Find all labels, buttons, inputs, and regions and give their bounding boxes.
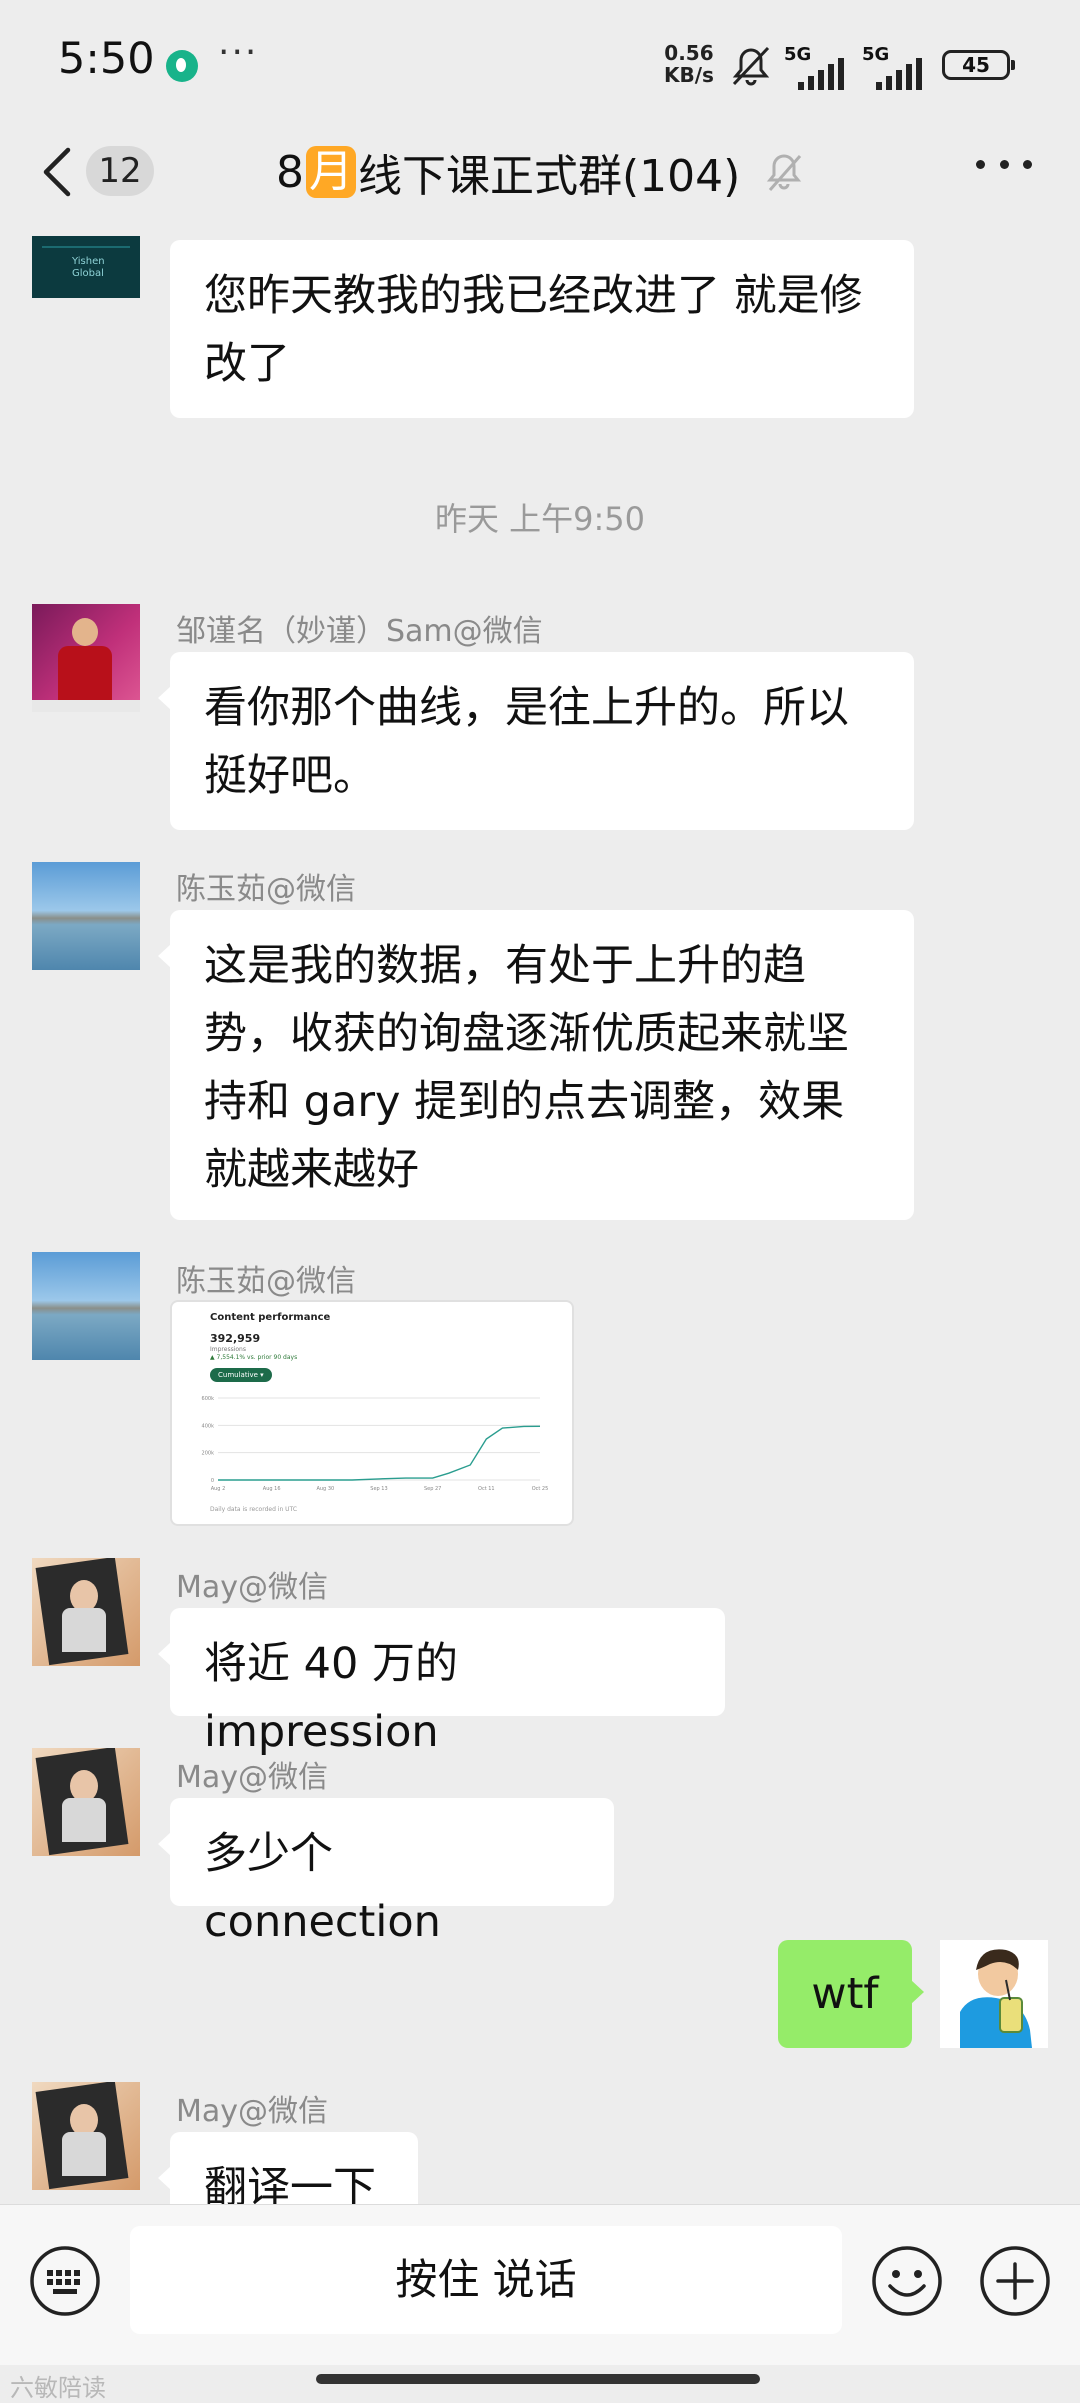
network-speed-unit: KB/s (664, 63, 714, 87)
y-tick-label: 400k (202, 1423, 215, 1429)
avatar-logo-text: Yishen Global (72, 256, 105, 279)
sender-name: 陈玉茹@微信 (176, 872, 356, 907)
x-tick-label: Sep 27 (424, 1486, 441, 1492)
avatar[interactable] (32, 2082, 140, 2190)
x-tick-label: Aug 30 (316, 1486, 334, 1492)
sender-name: 邹谨名（妙谨）Sam@微信 (176, 614, 543, 649)
y-tick-label: 600k (202, 1396, 215, 1402)
chart-subtitle: Impressions (210, 1346, 246, 1353)
my-message-bubble[interactable]: wtf (778, 1940, 924, 2048)
chat-title-prefix: 8 (276, 146, 304, 198)
watermark: 六敏陪读 (10, 2374, 106, 2402)
unread-count-badge[interactable]: 12 (86, 146, 154, 196)
image-message-chart[interactable]: Content performance 392,959 Impressions … (170, 1300, 574, 1526)
gesture-navigation-bar[interactable] (316, 2374, 760, 2384)
avatar[interactable] (32, 1558, 140, 1666)
more-options-icon[interactable] (976, 160, 1032, 174)
muted-bell-icon (766, 154, 802, 191)
back-arrow-icon[interactable] (38, 144, 78, 200)
chat-title[interactable]: 8 月 线下课正式群(104) (276, 140, 740, 204)
message-bubble[interactable]: 这是我的数据，有处于上升的趋势，收获的询盘逐渐优质起来就坚持和 gary 提到的… (158, 910, 914, 1220)
voice-keyboard-toggle-icon[interactable] (28, 2244, 102, 2318)
avatar[interactable] (32, 1252, 140, 1360)
chat-title-text: 线下课正式群(104) (358, 151, 741, 202)
cartoon-avatar-icon (960, 1949, 1032, 2048)
status-time: 5:50 (58, 34, 155, 84)
mute-notifications-icon (732, 46, 770, 86)
message-bubble[interactable]: 看你那个曲线，是往上升的。所以挺好吧。 (158, 652, 914, 830)
avatar[interactable]: Yishen Global (32, 236, 140, 298)
my-avatar[interactable] (940, 1940, 1048, 2048)
sender-name: May@微信 (176, 1570, 329, 1605)
status-more-icon: ··· (218, 32, 259, 73)
message-bubble[interactable]: 将近 40 万的 impression (158, 1608, 725, 1757)
y-tick-label: 200k (202, 1451, 215, 1457)
x-tick-label: Aug 2 (211, 1486, 226, 1492)
avatar[interactable] (32, 862, 140, 970)
sender-name: May@微信 (176, 2094, 329, 2129)
x-tick-label: Sep 13 (370, 1486, 387, 1492)
avatar[interactable] (32, 1748, 140, 1856)
battery-indicator: 45 (942, 50, 1015, 80)
avatar[interactable] (32, 604, 140, 712)
plus-icon[interactable] (978, 2244, 1052, 2318)
chat-title-month-badge: 月 (306, 146, 356, 198)
message-timestamp: 昨天 上午9:50 (434, 500, 646, 538)
cumulative-button: Cumulative ▾ (210, 1368, 272, 1382)
x-tick-label: Oct 11 (478, 1486, 495, 1492)
message-bubble[interactable]: 多少个 connection (158, 1798, 614, 1947)
hold-to-talk-button[interactable]: 按住 说话 (130, 2226, 842, 2334)
sender-name: 陈玉茹@微信 (176, 1264, 356, 1299)
x-tick-label: Aug 16 (263, 1486, 281, 1492)
message-bubble[interactable]: 您昨天教我的我已经改进了 就是修改了 (170, 240, 914, 418)
chart-total: 392,959 (210, 1332, 261, 1345)
app-notification-icon (166, 50, 198, 82)
sender-name: May@微信 (176, 1760, 329, 1795)
chart-title: Content performance (210, 1312, 331, 1323)
y-tick-label: 0 (211, 1478, 214, 1484)
x-tick-label: Oct 25 (532, 1486, 549, 1492)
chart-footer: Daily data is recorded in UTC (210, 1506, 298, 1513)
network-speed-value: 0.56 (664, 41, 714, 65)
chart-plot: 0 200k 400k 600k Aug 2 Aug 16 Aug 30 Sep 13 Sep … (202, 1396, 549, 1492)
network-speed: 0.56 KB/s (664, 42, 714, 86)
emoji-icon[interactable] (870, 2244, 944, 2318)
chart-change: ▲ 7,554.1% vs. prior 90 days (210, 1354, 298, 1361)
